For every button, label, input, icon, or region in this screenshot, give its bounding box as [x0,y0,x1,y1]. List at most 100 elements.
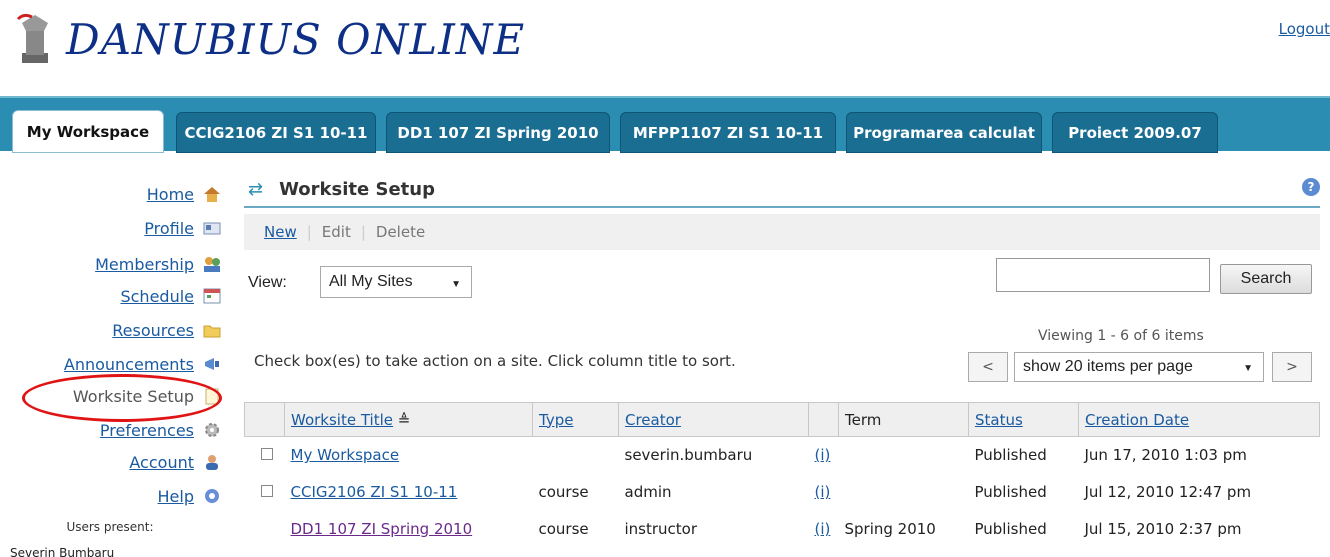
profile-card-icon [202,219,222,237]
site-info-link[interactable]: (i) [815,520,831,538]
page-size-select[interactable]: show 20 items per page ▼ [1014,352,1264,382]
site-info-link[interactable]: (i) [815,483,831,501]
row-checkbox[interactable] [260,485,273,497]
sidebar-item-membership[interactable]: Membership [95,252,222,276]
highlight-annotation-circle [22,374,222,422]
site-title-link[interactable]: DD1 107 ZI Spring 2010 [291,520,473,538]
logo-emblem-icon [14,11,56,67]
worksite-setup-panel: ⇄ Worksite Setup ? New | Edit | Delete V… [244,172,1320,538]
tab-mfpp1107[interactable]: MFPP1107 ZI S1 10-11 [620,112,836,153]
sidebar-item-home[interactable]: Home [147,182,222,206]
users-present-label: Users present: [66,520,154,534]
row-checkbox[interactable] [260,448,273,461]
sidebar-item-label: Account [129,452,194,472]
page-size-value: show 20 items per page [1023,358,1193,375]
table-row: My Workspace severin.bumbaru (i) Publish… [245,437,1320,474]
sidebar-item-label: Home [146,184,194,204]
table-header-row: Worksite Title ≜ Type Creator Term Statu… [244,402,1320,437]
site-creation-date: Jul 12, 2010 12:47 pm [1084,483,1252,501]
sidebar-item-announcements[interactable]: Announcements [64,352,222,376]
new-button[interactable]: New [264,223,297,241]
site-tab-bar: My Workspace CCIG2106 ZI S1 10-11 DD1 10… [0,96,1330,153]
separator: | [306,223,312,241]
table-row: DD1 107 ZI Spring 2010 course instructor… [245,511,1320,548]
action-toolbar: New | Edit | Delete [244,214,1320,250]
sort-ascending-icon: ≜ [397,410,411,429]
dropdown-caret-icon: ▼ [1243,363,1253,374]
help-icon[interactable]: ? [1302,178,1320,196]
sidebar-item-help[interactable]: Help [158,484,222,508]
folder-icon [202,321,222,339]
sidebar-item-account[interactable]: Account [129,450,222,474]
view-select-value: All My Sites [329,273,413,290]
delete-button[interactable]: Delete [376,223,425,241]
view-label: View: [248,274,287,291]
tab-my-workspace[interactable]: My Workspace [12,110,164,153]
site-type [533,437,619,474]
sidebar-item-schedule[interactable]: Schedule [120,284,222,308]
select-column-header [244,402,285,437]
user-icon [202,453,222,471]
search-button[interactable]: Search [1220,264,1312,294]
site-type: course [538,520,589,538]
next-page-button[interactable]: > [1272,352,1312,382]
sidebar-item-label: Preferences [99,420,194,440]
site-type: course [538,483,589,501]
sidebar-item-label: Announcements [63,354,194,374]
refresh-icon[interactable]: ⇄ [248,179,263,200]
sidebar-item-resources[interactable]: Resources [112,318,222,342]
column-header-creation-date[interactable]: Creation Date [1078,402,1320,437]
home-icon [202,185,222,203]
column-header-type[interactable]: Type [532,402,619,437]
search-input[interactable] [996,258,1210,292]
megaphone-icon [202,355,222,373]
site-status: Published [974,520,1047,538]
logo-text: DANUBIUS ONLINE [66,14,526,64]
sidebar-item-label: Resources [112,320,194,340]
site-creator: severin.bumbaru [624,446,753,465]
site-status: Published [974,483,1047,501]
sidebar-item-label: Schedule [120,286,194,306]
tool-title-bar: ⇄ Worksite Setup [244,172,1320,208]
column-header-term: Term [838,402,969,437]
page-title: Worksite Setup [279,178,435,200]
tab-ccig2106[interactable]: CCIG2106 ZI S1 10-11 [176,112,376,153]
site-logo: DANUBIUS ONLINE [14,8,525,70]
sidebar-item-label: Help [157,486,194,506]
tab-dd1-107[interactable]: DD1 107 ZI Spring 2010 [386,112,610,153]
table-row: CCIG2106 ZI S1 10-11 course admin (i) Pu… [245,474,1320,511]
instruction-text: Check box(es) to take action on a site. … [254,352,736,370]
site-creation-date: Jun 17, 2010 1:03 pm [1084,446,1247,465]
gear-icon [202,421,222,439]
site-title-link[interactable]: My Workspace [291,446,400,464]
sidebar-item-label: Membership [95,254,194,274]
present-user-name: Severin Bumbaru [10,546,115,557]
site-term: Spring 2010 [844,520,936,538]
logout-link[interactable]: Logout [1279,20,1330,38]
sort-date-link[interactable]: Creation Date [1085,411,1189,429]
column-header-title[interactable]: Worksite Title ≜ [284,402,533,437]
viewing-count: Viewing 1 - 6 of 6 items [1038,328,1204,344]
site-status: Published [974,446,1047,465]
info-column-header [808,402,839,437]
view-select[interactable]: All My Sites ▼ [320,266,472,298]
dropdown-caret-icon: ▼ [451,279,461,290]
sort-creator-link[interactable]: Creator [625,411,681,429]
site-term [839,474,969,511]
previous-page-button[interactable]: < [968,352,1008,382]
edit-button[interactable]: Edit [322,223,351,241]
column-header-creator[interactable]: Creator [618,402,809,437]
sort-type-link[interactable]: Type [539,411,573,429]
tab-proiect[interactable]: Proiect 2009.07 [1052,112,1218,153]
separator: | [360,223,366,241]
site-title-link[interactable]: CCIG2106 ZI S1 10-11 [291,483,458,501]
site-info-link[interactable]: (i) [815,446,831,464]
membership-icon [202,255,222,273]
sidebar-item-profile[interactable]: Profile [144,216,222,240]
site-creator: instructor [624,520,698,538]
sort-status-link[interactable]: Status [975,411,1023,429]
column-header-status[interactable]: Status [968,402,1079,437]
sort-title-link[interactable]: Worksite Title [291,411,393,429]
tab-programarea[interactable]: Programarea calculat [846,112,1042,153]
site-creation-date: Jul 15, 2010 2:37 pm [1084,520,1242,538]
